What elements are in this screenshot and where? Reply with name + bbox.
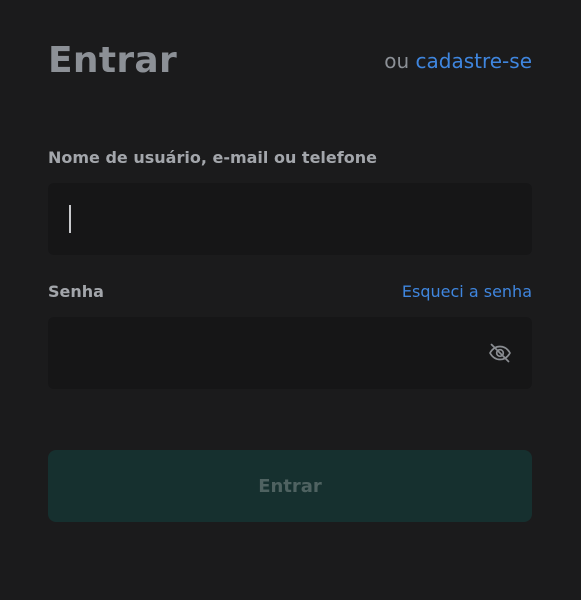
page-title: Entrar <box>48 40 178 81</box>
forgot-password-link[interactable]: Esqueci a senha <box>402 281 532 303</box>
username-field-box <box>48 183 532 255</box>
eye-off-icon[interactable] <box>488 341 512 365</box>
text-caret <box>69 205 71 233</box>
signup-prompt: ou cadastre-se <box>384 47 532 75</box>
login-panel: Entrar ou cadastre-se Nome de usuário, e… <box>48 0 532 600</box>
signup-or-text: ou <box>384 49 410 73</box>
username-label: Nome de usuário, e-mail ou telefone <box>48 148 377 167</box>
password-field-box <box>48 317 532 389</box>
username-input[interactable] <box>48 183 532 255</box>
password-input[interactable] <box>48 317 532 389</box>
login-header: Entrar ou cadastre-se <box>48 38 532 86</box>
signup-link[interactable]: cadastre-se <box>416 49 533 73</box>
submit-login-button[interactable]: Entrar <box>48 450 532 522</box>
password-label: Senha <box>48 282 104 301</box>
